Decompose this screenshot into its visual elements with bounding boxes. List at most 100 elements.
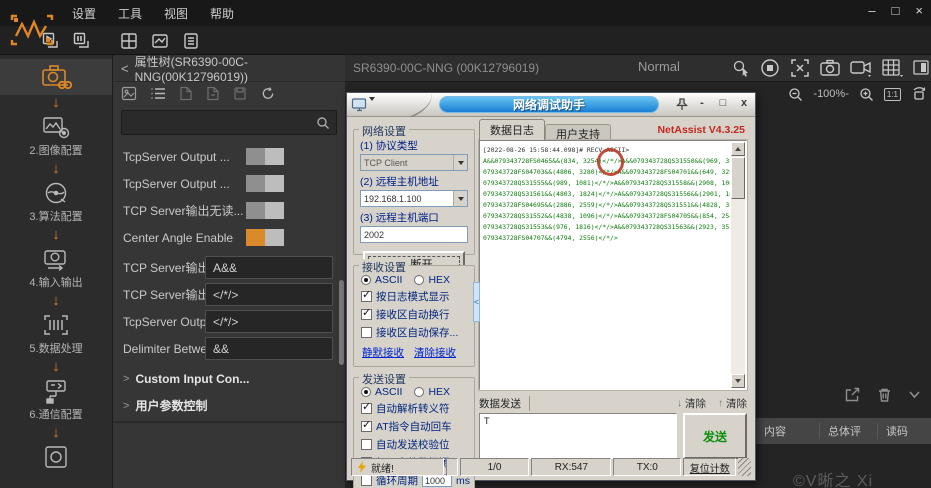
app-window: 设置 工具 视图 帮助 – □ × xyxy=(0,0,931,488)
zoom-one-to-one-icon[interactable]: 1:1 xyxy=(884,88,901,101)
menu-view[interactable]: 视图 xyxy=(164,5,188,22)
toggle-switch[interactable] xyxy=(246,175,284,192)
sidebar-item-io[interactable]: 4.输入输出 xyxy=(0,243,112,293)
report-icon[interactable] xyxy=(180,30,202,52)
protocol-select[interactable]: TCP Client xyxy=(360,154,468,171)
zoom-in-icon[interactable] xyxy=(859,87,874,102)
tree-list-icon[interactable] xyxy=(150,86,166,101)
cursor-select-icon[interactable] xyxy=(731,58,751,78)
sidebar-item-label: 6.通信配置 xyxy=(29,406,82,422)
maximize-button[interactable]: □ xyxy=(892,3,900,18)
auto-save-checkbox[interactable] xyxy=(361,327,372,338)
send-text-area[interactable]: T xyxy=(479,413,677,459)
silent-receive-link[interactable]: 静默接收 xyxy=(362,345,404,360)
chevron-down-icon[interactable] xyxy=(908,387,921,403)
view-grid-icon[interactable] xyxy=(881,58,905,78)
export-icon[interactable] xyxy=(844,387,861,403)
video-record-icon[interactable] xyxy=(849,58,873,78)
column-header-content[interactable]: 内容 xyxy=(755,423,819,439)
sidebar-item-connect-camera[interactable] xyxy=(0,59,112,95)
close-button[interactable]: × xyxy=(915,3,923,18)
minimize-button[interactable]: – xyxy=(868,3,875,18)
reset-count-button[interactable]: 复位计数 xyxy=(683,458,736,476)
snapshot-camera-icon[interactable] xyxy=(819,58,841,78)
caret-down-icon[interactable] xyxy=(453,191,467,206)
scroll-down-icon[interactable] xyxy=(731,374,745,388)
fullscreen-icon[interactable] xyxy=(789,57,811,79)
sidebar-item-algorithm-config[interactable]: 3.算法配置 xyxy=(0,177,112,227)
rotate-view-icon[interactable] xyxy=(911,86,927,102)
back-chevron-icon[interactable]: < xyxy=(121,61,129,76)
checkbox-label: 按日志模式显示 xyxy=(376,289,450,304)
cycle-checkbox[interactable] xyxy=(361,475,372,486)
menu-tools[interactable]: 工具 xyxy=(118,5,142,22)
prefix-input[interactable] xyxy=(205,256,333,279)
tab-data-log[interactable]: 数据日志 xyxy=(479,119,545,140)
log-scrollbar[interactable] xyxy=(731,142,745,388)
netassist-brand: NetAssist V4.3.25 xyxy=(657,124,745,136)
column-header-overall[interactable]: 总体评 xyxy=(819,423,877,439)
send-ascii-radio[interactable] xyxy=(361,387,371,397)
data-send-header: 数据发送 ↓ 清除 ↑ 清除 xyxy=(479,395,747,411)
terminator-input[interactable] xyxy=(205,310,333,333)
tab-user-support[interactable]: 用户支持 xyxy=(545,124,611,140)
side-panel-icon[interactable] xyxy=(913,58,929,78)
flow-arrow-icon: ↓ xyxy=(52,227,60,243)
dialog-close-button[interactable]: x xyxy=(737,97,751,109)
at-enter-checkbox[interactable]: ✓ xyxy=(361,421,372,432)
toggle-switch[interactable] xyxy=(246,148,284,165)
data-log-box[interactable]: [2022-08-26 15:58:44.098]# RECV ASCII> A… xyxy=(479,140,747,390)
sidebar-item-next-partial[interactable] xyxy=(0,441,112,471)
log-mode-checkbox[interactable]: ✓ xyxy=(361,291,372,302)
dialog-titlebar[interactable]: 网络调试助手 - □ x xyxy=(347,93,755,117)
collapse-splitter[interactable]: < xyxy=(473,282,480,322)
resize-grip[interactable] xyxy=(738,458,751,476)
sidebar-item-data-processing[interactable]: 5.数据处理 xyxy=(0,309,112,359)
toggle-switch[interactable] xyxy=(246,229,284,246)
toggle-switch[interactable] xyxy=(246,202,284,219)
recv-hex-radio[interactable] xyxy=(414,275,424,285)
recv-ascii-radio[interactable] xyxy=(361,275,371,285)
dialog-minimize-button[interactable]: - xyxy=(695,97,709,109)
export-doc-icon[interactable] xyxy=(179,86,193,101)
scrollbar-thumb[interactable] xyxy=(339,280,344,365)
sidebar-item-communication-config[interactable]: 6.通信配置 xyxy=(0,375,112,425)
remote-port-input[interactable] xyxy=(360,226,468,243)
clear-send-link[interactable]: ↓ 清除 xyxy=(677,396,706,411)
search-input[interactable] xyxy=(122,116,316,130)
send-button[interactable]: 发送 xyxy=(683,413,747,459)
escape-parse-checkbox[interactable]: ✓ xyxy=(361,403,372,414)
scroll-up-icon[interactable] xyxy=(731,142,745,156)
pin-icon[interactable] xyxy=(675,97,689,112)
layout-grid-icon[interactable] xyxy=(118,30,140,52)
sidebar-item-image-config[interactable]: 2.图像配置 xyxy=(0,111,112,161)
netassist-dialog: 网络调试助手 - □ x 网络设置 (1) 协议类型 TCP Client xyxy=(346,92,756,481)
suffix-input[interactable] xyxy=(205,283,333,306)
send-hex-radio[interactable] xyxy=(414,387,424,397)
chart-icon[interactable] xyxy=(149,30,171,52)
menu-settings[interactable]: 设置 xyxy=(72,5,96,22)
menu-help[interactable]: 帮助 xyxy=(210,5,234,22)
checksum-checkbox[interactable] xyxy=(361,439,372,450)
scrollbar-thumb[interactable] xyxy=(731,157,745,199)
caret-down-icon[interactable] xyxy=(453,155,467,170)
dialog-maximize-button[interactable]: □ xyxy=(716,97,730,109)
import-doc-icon[interactable] xyxy=(206,86,220,101)
pause-icon[interactable] xyxy=(71,30,93,52)
record-stop-icon[interactable] xyxy=(759,57,781,79)
column-header-decode[interactable]: 读码 xyxy=(877,423,927,439)
clear-history-link[interactable]: ↑ 清除 xyxy=(718,396,747,411)
auto-wrap-checkbox[interactable]: ✓ xyxy=(361,309,372,320)
group-row-custom-input[interactable]: > Custom Input Con... xyxy=(113,365,345,392)
image-view-icon[interactable] xyxy=(121,86,137,101)
remote-host-select[interactable]: 192.168.1.100 xyxy=(360,190,468,207)
checkbox-label: 接收区自动保存... xyxy=(376,325,458,340)
delimiter-input[interactable] xyxy=(205,337,333,360)
zoom-out-icon[interactable] xyxy=(788,87,803,102)
group-row-user-params[interactable]: > 用户参数控制 xyxy=(113,392,345,419)
save-doc-icon[interactable] xyxy=(233,86,247,101)
refresh-icon[interactable] xyxy=(260,86,276,101)
clear-receive-link[interactable]: 清除接收 xyxy=(414,345,456,360)
status-spacer xyxy=(446,458,458,476)
trash-icon[interactable] xyxy=(877,387,892,403)
